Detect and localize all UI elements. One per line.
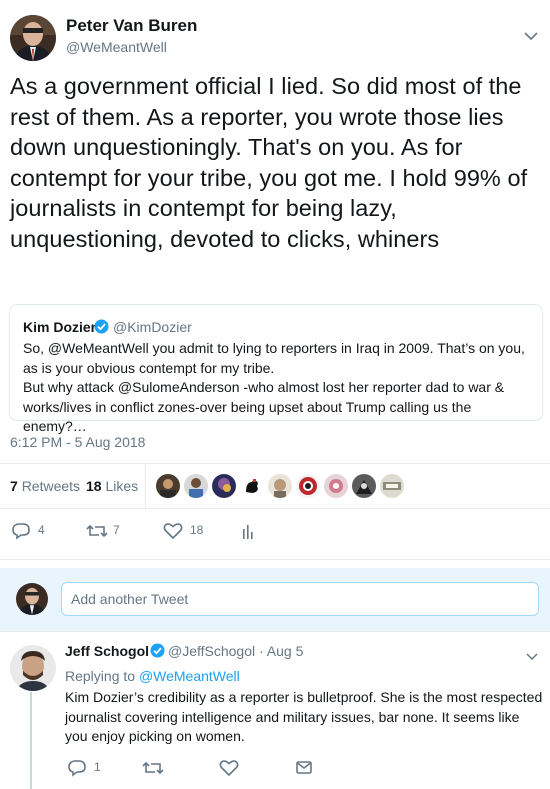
liker-avatar[interactable] [268, 474, 292, 498]
chevron-down-icon[interactable] [526, 648, 538, 661]
quoted-text-line2: But why attack @SulomeAnderson -who almo… [23, 379, 505, 434]
envelope-icon [296, 761, 312, 774]
author-name[interactable]: Peter Van Buren [66, 16, 197, 36]
like-button[interactable]: 18 [162, 521, 212, 541]
tweet-actions: 4 7 18 [0, 515, 550, 545]
reply-button[interactable]: 4 [10, 521, 50, 541]
like-count: 18 [190, 523, 204, 537]
reply-count: 4 [38, 523, 45, 537]
replying-prefix: Replying to [65, 668, 136, 684]
liker-avatar[interactable] [352, 474, 376, 498]
retweet-icon [142, 761, 164, 775]
replying-to-link[interactable]: @WeMeantWell [139, 668, 240, 684]
reply-button[interactable]: 1 [66, 758, 106, 778]
liker-avatar[interactable] [156, 474, 180, 498]
quoted-author-handle: @KimDozier [113, 319, 192, 335]
author-avatar[interactable] [10, 15, 56, 61]
likes-stat[interactable]: 18 Likes [86, 478, 138, 494]
heart-icon [219, 760, 239, 777]
add-tweet-input[interactable]: Add another Tweet [61, 582, 539, 616]
reply-author-handle[interactable]: @JeffSchogol · Aug 5 [168, 643, 303, 659]
quoted-author-name: Kim Dozier [23, 319, 97, 335]
stats-divider [145, 464, 146, 508]
reply-count: 1 [94, 760, 101, 774]
liker-avatar[interactable] [212, 474, 236, 498]
analytics-icon [243, 525, 253, 539]
retweet-icon [86, 524, 108, 538]
analytics-button[interactable] [241, 521, 261, 541]
author-handle[interactable]: @WeMeantWell [66, 39, 167, 55]
liker-avatar[interactable] [380, 474, 404, 498]
heart-icon [163, 523, 183, 540]
retweets-count: 7 [10, 478, 18, 494]
retweets-stat[interactable]: 7 Retweets [10, 478, 80, 494]
like-button[interactable] [218, 758, 242, 778]
reply-icon [12, 523, 30, 540]
replying-to: Replying to @WeMeantWell [65, 668, 240, 684]
likes-label: Likes [105, 478, 139, 494]
liker-avatar[interactable] [324, 474, 348, 498]
reply-author-name[interactable]: Jeff Schogol [65, 643, 149, 659]
reply-actions: 1 [0, 756, 550, 780]
liker-avatar[interactable] [240, 474, 264, 498]
liker-avatar[interactable] [184, 474, 208, 498]
composer-avatar[interactable] [16, 583, 48, 615]
verified-badge-icon [150, 643, 165, 658]
main-tweet: Peter Van Buren @WeMeantWell As a govern… [0, 0, 550, 560]
verified-badge-icon [94, 319, 109, 334]
retweets-label: Retweets [21, 478, 81, 494]
retweet-button[interactable]: 7 [85, 521, 125, 541]
reply-icon [68, 760, 86, 777]
chevron-down-icon[interactable] [524, 28, 538, 41]
tweet-stats: 7 Retweets 18 Likes [0, 463, 550, 509]
quoted-text: So, @WeMeantWell you admit to lying to r… [23, 339, 535, 437]
likes-count: 18 [86, 478, 102, 494]
reply-composer: Add another Tweet [0, 568, 550, 632]
quoted-tweet[interactable]: Kim Dozier @KimDozier So, @WeMeantWell y… [9, 304, 543, 434]
reply-author-avatar[interactable] [10, 645, 56, 691]
retweet-count: 7 [113, 523, 120, 537]
quoted-text-line1: So, @WeMeantWell you admit to lying to r… [23, 340, 525, 376]
liker-avatar[interactable] [296, 474, 320, 498]
reply-tweet: Jeff Schogol @JeffSchogol · Aug 5 Replyi… [0, 632, 550, 789]
tweet-timestamp[interactable]: 6:12 PM - 5 Aug 2018 [10, 434, 145, 450]
tweet-text: As a government official I lied. So did … [10, 73, 528, 252]
direct-message-button[interactable] [295, 758, 319, 778]
retweet-button[interactable] [141, 758, 167, 778]
reply-text: Kim Dozier’s credibility as a reporter i… [65, 689, 543, 744]
